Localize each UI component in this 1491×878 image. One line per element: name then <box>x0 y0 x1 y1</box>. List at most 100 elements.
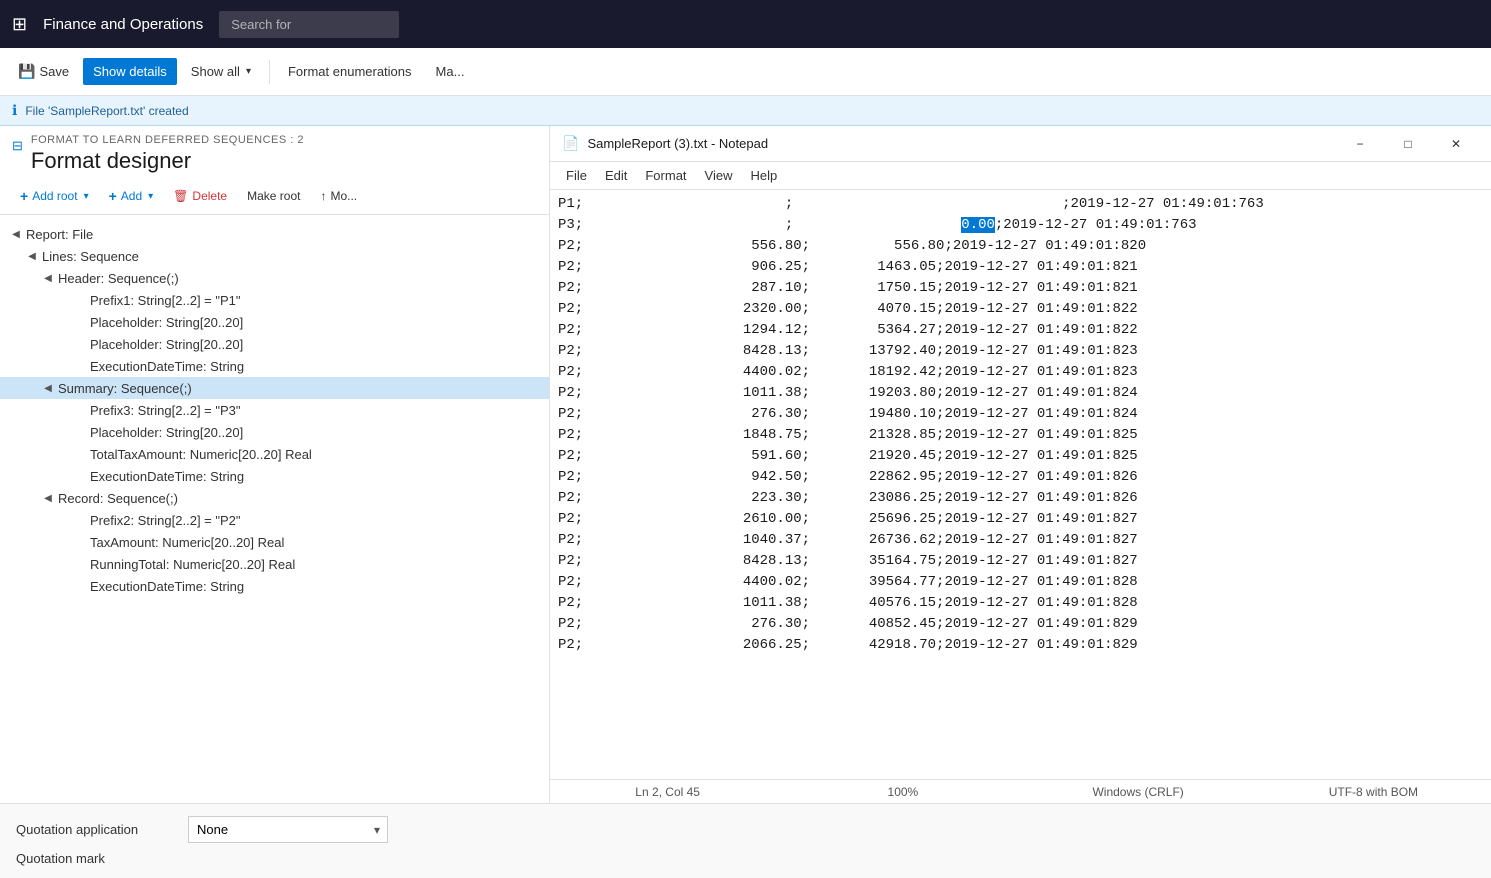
tree-item[interactable]: RunningTotal: Numeric[20..20] Real <box>0 553 549 575</box>
app-title: Finance and Operations <box>43 16 203 33</box>
delete-button[interactable]: 🗑 Delete <box>165 185 235 207</box>
tree-item[interactable]: Prefix1: String[2..2] = "P1" <box>0 289 549 311</box>
tree-spacer <box>72 446 88 462</box>
minimize-button[interactable]: − <box>1337 128 1383 160</box>
maximize-button[interactable]: □ <box>1385 128 1431 160</box>
tree-spacer <box>72 578 88 594</box>
menu-view[interactable]: View <box>697 166 741 185</box>
tree-item[interactable]: TotalTaxAmount: Numeric[20..20] Real <box>0 443 549 465</box>
notepad-statusbar: Ln 2, Col 45 100% Windows (CRLF) UTF-8 w… <box>550 779 1491 803</box>
status-position: Ln 2, Col 45 <box>562 785 773 799</box>
tree-spacer <box>72 556 88 572</box>
notepad-panel: 📄 SampleReport (3).txt - Notepad − □ ✕ F… <box>550 126 1491 803</box>
make-root-label: Make root <box>247 189 300 203</box>
grid-icon[interactable]: ⊞ <box>12 14 27 35</box>
tree-spacer <box>72 424 88 440</box>
quotation-app-label: Quotation application <box>16 822 176 837</box>
save-button[interactable]: 💾 Save <box>8 57 79 86</box>
tree-toggle-icon[interactable]: ◀ <box>40 380 56 396</box>
delete-label: Delete <box>192 189 227 203</box>
notepad-title-left: 📄 SampleReport (3).txt - Notepad <box>562 135 768 152</box>
tree-label: Placeholder: String[20..20] <box>88 315 243 330</box>
status-line-ending: Windows (CRLF) <box>1033 785 1244 799</box>
toolbar-divider <box>269 60 270 84</box>
tree-label: ExecutionDateTime: String <box>88 469 244 484</box>
notepad-menu: File Edit Format View Help <box>550 162 1491 190</box>
tree-item[interactable]: Prefix3: String[2..2] = "P3" <box>0 399 549 421</box>
tree-item[interactable]: Placeholder: String[20..20] <box>0 311 549 333</box>
quotation-app-select[interactable]: None Single quote Double quote <box>188 816 388 843</box>
search-input[interactable] <box>219 11 399 38</box>
notepad-content[interactable]: P1; ; ;2019-12-27 01:49:01:763 P3; ; 0.0… <box>550 190 1491 779</box>
tree-item[interactable]: ◀ Lines: Sequence <box>0 245 549 267</box>
tree-label: TotalTaxAmount: Numeric[20..20] Real <box>88 447 312 462</box>
tree-toggle-icon[interactable]: ◀ <box>8 226 24 242</box>
menu-help[interactable]: Help <box>742 166 785 185</box>
tree-toggle-icon[interactable]: ◀ <box>24 248 40 264</box>
tree-label: Placeholder: String[20..20] <box>88 425 243 440</box>
tree-label: RunningTotal: Numeric[20..20] Real <box>88 557 295 572</box>
tree-item[interactable]: Placeholder: String[20..20] <box>0 421 549 443</box>
tree-item[interactable]: ◀ Record: Sequence(;) <box>0 487 549 509</box>
show-all-button[interactable]: Show all ▾ <box>181 58 261 85</box>
tree-spacer <box>72 534 88 550</box>
action-bar: + Add root ▾ + Add ▾ 🗑 Delete Make root <box>0 178 549 215</box>
add-root-button[interactable]: + Add root ▾ <box>12 184 97 208</box>
save-icon: 💾 <box>18 63 35 80</box>
close-button[interactable]: ✕ <box>1433 128 1479 160</box>
menu-format[interactable]: Format <box>637 166 694 185</box>
more-label: Ma... <box>436 64 465 79</box>
add-plus-icon: + <box>109 188 117 204</box>
move-button[interactable]: ↑ Mo... <box>312 185 365 207</box>
tree-label: ExecutionDateTime: String <box>88 359 244 374</box>
tree-item[interactable]: TaxAmount: Numeric[20..20] Real <box>0 531 549 553</box>
move-icon: ↑ <box>320 189 326 203</box>
save-label: Save <box>39 64 69 79</box>
tree-item[interactable]: ExecutionDateTime: String <box>0 575 549 597</box>
make-root-button[interactable]: Make root <box>239 185 308 207</box>
show-details-label: Show details <box>93 64 167 79</box>
status-encoding: UTF-8 with BOM <box>1268 785 1479 799</box>
notepad-controls: − □ ✕ <box>1337 128 1479 160</box>
notepad-titlebar: 📄 SampleReport (3).txt - Notepad − □ ✕ <box>550 126 1491 162</box>
tree-item[interactable]: Prefix2: String[2..2] = "P2" <box>0 509 549 531</box>
tree-label: Prefix1: String[2..2] = "P1" <box>88 293 241 308</box>
tree-spacer <box>72 402 88 418</box>
tree-item[interactable]: ExecutionDateTime: String <box>0 355 549 377</box>
tree-spacer <box>72 468 88 484</box>
show-all-label: Show all <box>191 64 240 79</box>
filter-icon: ⊟ <box>12 138 23 154</box>
tree-label: Header: Sequence(;) <box>56 271 179 286</box>
tree-label: Prefix3: String[2..2] = "P3" <box>88 403 241 418</box>
toolbar: 💾 Save Show details Show all ▾ Format en… <box>0 48 1491 96</box>
tree-label: Report: File <box>24 227 93 242</box>
tree-item[interactable]: Placeholder: String[20..20] <box>0 333 549 355</box>
tree-item[interactable]: ExecutionDateTime: String <box>0 465 549 487</box>
top-nav: ⊞ Finance and Operations <box>0 0 1491 48</box>
more-button[interactable]: Ma... <box>426 58 475 85</box>
tree-label: TaxAmount: Numeric[20..20] Real <box>88 535 284 550</box>
add-root-label: Add root <box>32 189 77 203</box>
add-root-dropdown-icon: ▾ <box>84 191 89 202</box>
add-button[interactable]: + Add ▾ <box>101 184 162 208</box>
highlighted-value: 0.00 <box>961 217 995 233</box>
show-details-button[interactable]: Show details <box>83 58 177 85</box>
quotation-app-select-wrapper: None Single quote Double quote ▾ <box>188 816 388 843</box>
tree-item[interactable]: ◀ Report: File <box>0 223 549 245</box>
tree-toggle-icon[interactable]: ◀ <box>40 270 56 286</box>
app-container: ⊞ Finance and Operations 💾 Save Show det… <box>0 0 1491 878</box>
tree-spacer <box>72 292 88 308</box>
info-bar: ℹ File 'SampleReport.txt' created <box>0 96 1491 126</box>
menu-edit[interactable]: Edit <box>597 166 635 185</box>
tree-label: Record: Sequence(;) <box>56 491 178 506</box>
tree-toggle-icon[interactable]: ◀ <box>40 490 56 506</box>
tree-item[interactable]: ◀ Header: Sequence(;) <box>0 267 549 289</box>
menu-file[interactable]: File <box>558 166 595 185</box>
format-enumerations-button[interactable]: Format enumerations <box>278 58 422 85</box>
tree-item-selected[interactable]: ◀ Summary: Sequence(;) <box>0 377 549 399</box>
add-label: Add <box>121 189 142 203</box>
tree-label: Placeholder: String[20..20] <box>88 337 243 352</box>
quotation-mark-label: Quotation mark <box>16 851 176 866</box>
notepad-icon: 📄 <box>562 135 579 152</box>
format-enumerations-label: Format enumerations <box>288 64 412 79</box>
